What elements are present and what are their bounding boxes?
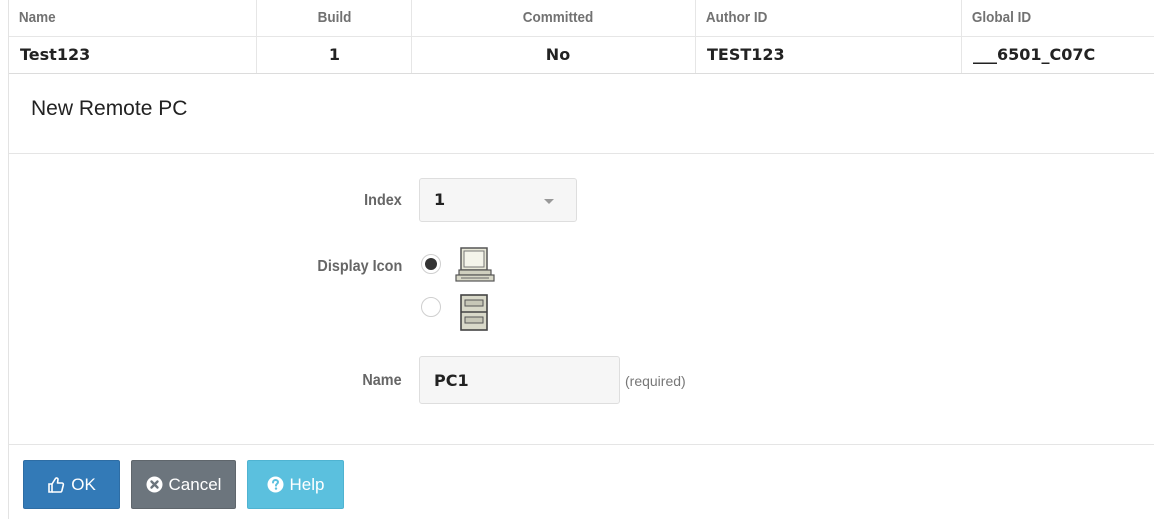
ok-button[interactable]: OK	[23, 460, 120, 509]
table-cell: No	[412, 36, 704, 73]
info-table: Name Test123 Build 1 Committed No Author…	[9, 0, 1154, 74]
help-label: Help	[289, 474, 325, 494]
table-cell: TEST123	[696, 36, 962, 73]
display-icon-label: Display Icon	[317, 258, 402, 275]
required-hint: (required)	[625, 373, 686, 389]
cancel-button[interactable]: Cancel	[131, 460, 236, 509]
column-header: Name	[18, 9, 56, 26]
column-build: Build 1	[256, 0, 412, 73]
index-selected-value: 1	[434, 190, 446, 209]
table-cell: ___6501_C07C	[962, 36, 1154, 73]
times-circle-icon	[146, 476, 163, 493]
divider	[9, 153, 1154, 154]
name-input[interactable]	[419, 356, 620, 404]
divider	[9, 444, 1154, 445]
column-author-id: Author ID TEST123	[695, 0, 962, 73]
name-label: Name	[362, 372, 402, 389]
panel-title: New Remote PC	[31, 97, 188, 120]
display-icon-radio-computer[interactable]	[421, 254, 441, 274]
column-committed: Committed No	[411, 0, 704, 73]
column-name: Name Test123	[9, 0, 256, 73]
caret-down-icon	[544, 199, 554, 204]
column-header: Global ID	[971, 9, 1032, 26]
table-cell: 1	[257, 36, 412, 73]
ok-label: OK	[71, 474, 96, 494]
display-icon-radio-cabinet[interactable]	[421, 297, 441, 317]
index-label: Index	[364, 192, 402, 209]
desktop-computer-icon	[455, 246, 497, 289]
column-global-id: Global ID ___6501_C07C	[961, 0, 1154, 73]
index-select[interactable]: 1	[419, 178, 577, 222]
cancel-label: Cancel	[168, 474, 222, 494]
question-circle-icon	[267, 476, 284, 493]
file-cabinet-icon	[459, 294, 491, 337]
help-button[interactable]: Help	[247, 460, 344, 509]
thumbs-up-icon	[47, 476, 65, 494]
column-header: Author ID	[705, 9, 768, 26]
column-header: Committed	[522, 9, 594, 26]
table-cell: Test123	[9, 36, 256, 73]
left-border	[8, 0, 9, 519]
column-header: Build	[317, 9, 352, 26]
